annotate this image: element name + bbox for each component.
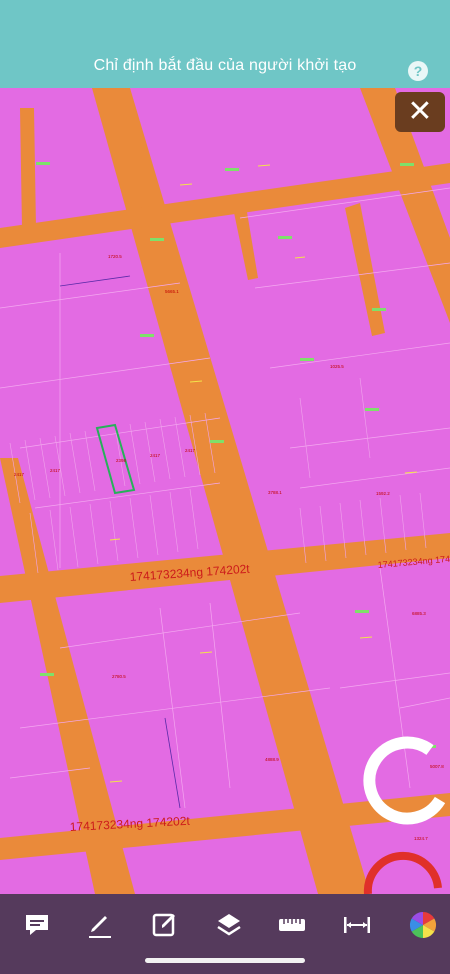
- parcel-code-11: 4888.9: [265, 757, 279, 762]
- parcel-code-1: 2417: [14, 472, 25, 477]
- home-indicator: [145, 958, 305, 963]
- parcel-code-14: 5007.8: [430, 764, 444, 769]
- close-button[interactable]: ✕: [395, 92, 445, 132]
- parcel-code-8: 3788.1: [268, 490, 282, 495]
- ruler-icon[interactable]: [275, 908, 309, 942]
- map-svg[interactable]: 174173234ng 174202t 174173234ng 174202t …: [0, 88, 450, 894]
- parcel-code-3: 2398: [116, 458, 127, 463]
- pencil-icon[interactable]: [83, 908, 117, 942]
- edit-note-icon[interactable]: [148, 908, 182, 942]
- help-button[interactable]: ?: [408, 61, 428, 81]
- comment-icon[interactable]: [20, 908, 54, 942]
- parcel-code-9: 1592.2: [376, 491, 390, 496]
- parcel-code-15: 1324.7: [414, 836, 428, 841]
- map-canvas[interactable]: 174173234ng 174202t 174173234ng 174202t …: [0, 88, 450, 894]
- parcel-code-13: 1025.5: [330, 364, 344, 369]
- parcel-code-6: 1720.5: [108, 254, 122, 259]
- header-title: Chỉ định bắt đầu của người khởi tạo: [93, 57, 357, 74]
- parcel-code-4: 2417: [150, 453, 161, 458]
- parcel-code-7: 5665.1: [165, 289, 179, 294]
- top-header: Chỉ định bắt đầu của người khởi tạo ?: [0, 0, 450, 88]
- parcel-code-2: 2417: [50, 468, 61, 473]
- color-wheel-icon[interactable]: [406, 908, 440, 942]
- parcel-code-5: 2417: [185, 448, 196, 453]
- measure-distance-icon[interactable]: [340, 908, 374, 942]
- small-vertical-road: [20, 108, 36, 228]
- layers-icon[interactable]: [212, 908, 246, 942]
- parcel-code-10: 2780.5: [112, 674, 126, 679]
- parcel-code-12: 6885.3: [412, 611, 426, 616]
- bottom-toolbar: [0, 894, 450, 974]
